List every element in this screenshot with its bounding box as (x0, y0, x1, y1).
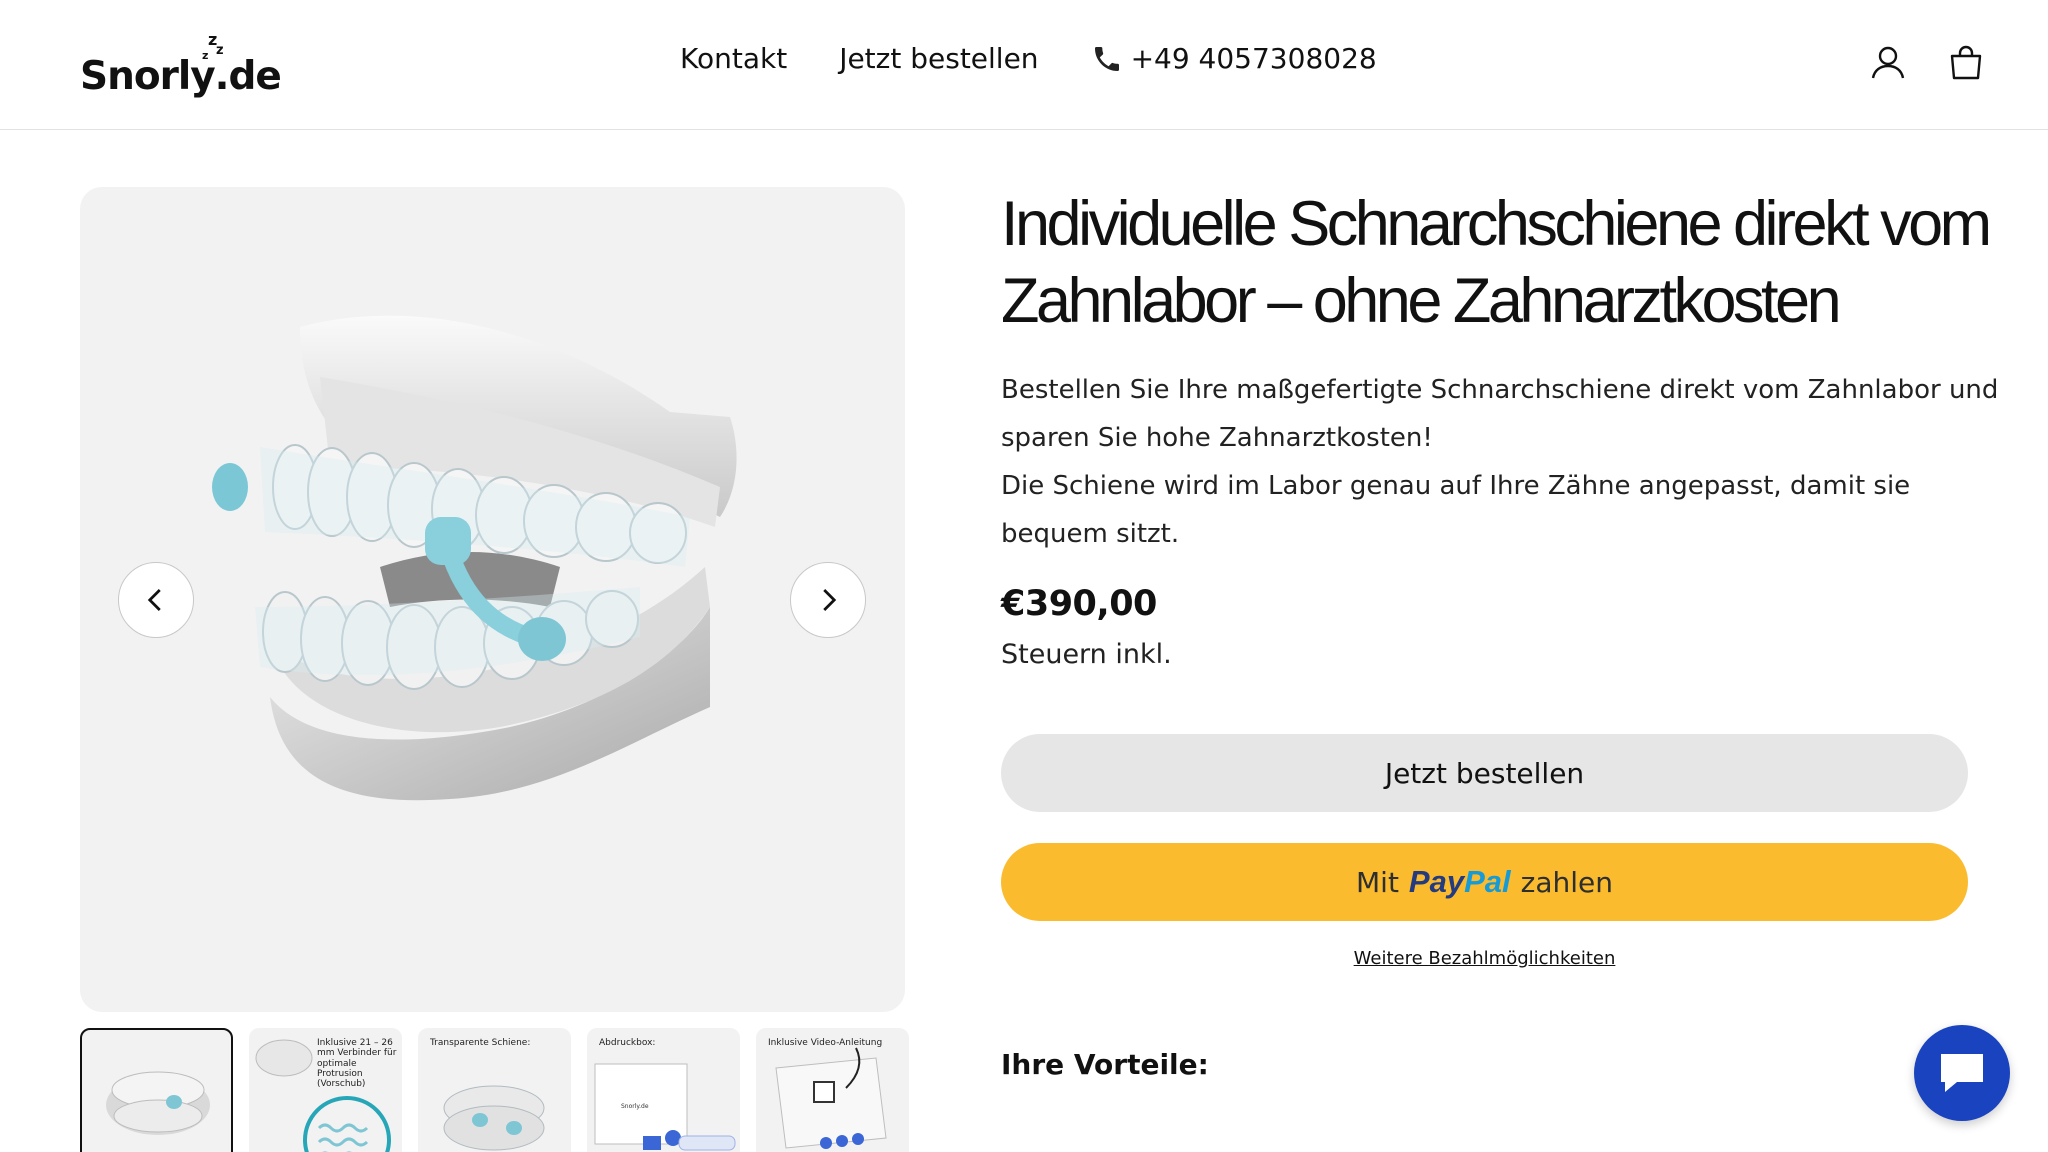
gallery-prev-button[interactable] (118, 562, 194, 638)
thumbnail-image: Snorly.de (594, 1063, 736, 1151)
thumbnail-image (775, 1047, 887, 1149)
thumbnail-3[interactable]: Transparente Schiene: (418, 1028, 571, 1152)
logo-dot: . (214, 54, 230, 99)
phone-icon (1094, 46, 1119, 71)
description-paragraph: Die Schiene wird im Labor genau auf Ihre… (1001, 471, 1911, 549)
product-description: Bestellen Sie Ihre maßgefertigte Schnarc… (1001, 366, 2001, 558)
chat-button[interactable] (1914, 1025, 2010, 1121)
logo-name: Snorly (80, 54, 216, 99)
paypal-logo-pal: Pal (1464, 864, 1511, 899)
paypal-button[interactable]: Mit Pay Pal zahlen (1001, 843, 1968, 921)
nav-order-now[interactable]: Jetzt bestellen (839, 42, 1038, 75)
cart-icon[interactable] (1948, 44, 1984, 80)
product-main-image[interactable] (80, 187, 905, 1012)
thumbnail-image (106, 1071, 210, 1135)
thumbnail-4[interactable]: Abdruckbox: Snorly.de (587, 1028, 740, 1152)
more-payment-options: Weitere Bezahlmöglichkeiten (1001, 948, 1968, 969)
gallery-next-button[interactable] (790, 562, 866, 638)
header-icons (1870, 44, 1984, 80)
description-paragraph: Bestellen Sie Ihre maßgefertigte Schnarc… (1001, 375, 1999, 453)
logo-tld: de (228, 54, 282, 99)
thumbnail-1[interactable] (80, 1028, 233, 1152)
product-title: Individuelle Schnarchschiene direkt vom … (1001, 189, 1992, 336)
gallery-thumbnails: Inklusive 21 – 26 mm Verbinder für optim… (80, 1028, 909, 1152)
phone-number: +49 4057308028 (1130, 42, 1377, 75)
paypal-logo-pay: Pay (1408, 864, 1465, 899)
thumbnail-5[interactable]: Inklusive Video-Anleitung (756, 1028, 909, 1152)
product-price: €390,00 (1001, 584, 1157, 624)
nav-contact[interactable]: Kontakt (680, 42, 787, 75)
tax-note: Steuern inkl. (1001, 639, 1172, 670)
paypal-suffix: zahlen (1520, 865, 1613, 899)
chat-icon (1941, 1054, 1983, 1092)
dental-model-image (212, 315, 737, 801)
advantages-heading: Ihre Vorteile: (1001, 1048, 1209, 1081)
paypal-logo: Pay Pal (1409, 864, 1511, 900)
thumbnail-image (255, 1039, 391, 1152)
more-payment-link[interactable]: Weitere Bezahlmöglichkeiten (1354, 948, 1616, 969)
account-icon[interactable] (1870, 44, 1906, 80)
site-header: Snorly . de z z z Kontakt Jetzt bestelle… (0, 0, 2048, 130)
nav-phone[interactable]: +49 4057308028 (1091, 42, 1377, 75)
chevron-right-icon (823, 589, 837, 611)
paypal-prefix: Mit (1356, 865, 1399, 899)
chevron-left-icon (147, 589, 161, 611)
logo-sleep-z-icon: z (202, 49, 209, 62)
order-now-button[interactable]: Jetzt bestellen (1001, 734, 1968, 812)
thumbnail-image (443, 1085, 545, 1151)
main-nav: Kontakt Jetzt bestellen +49 4057308028 (680, 42, 1377, 75)
svg-text:Snorly.de: Snorly.de (621, 1103, 649, 1110)
site-logo[interactable]: Snorly . de z z z (80, 32, 282, 99)
thumbnail-2[interactable]: Inklusive 21 – 26 mm Verbinder für optim… (249, 1028, 402, 1152)
logo-sleep-z-icon: z (216, 43, 224, 58)
